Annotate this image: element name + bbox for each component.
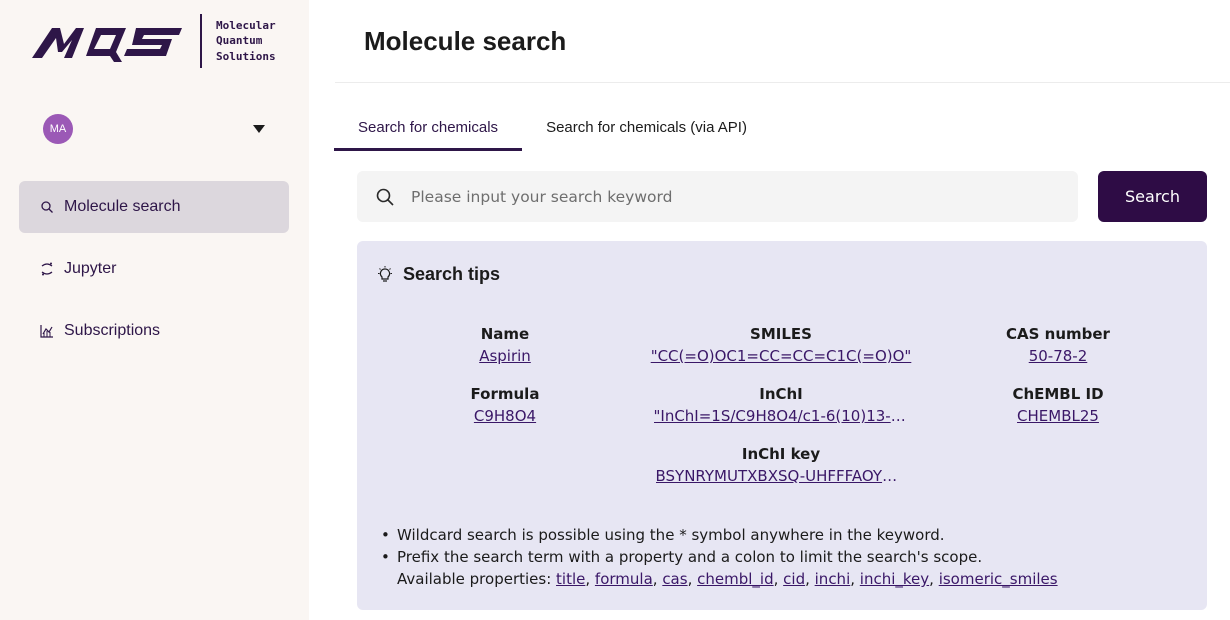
logo-divider [200,14,202,68]
example-link[interactable]: 50-78-2 [923,345,1193,367]
search-tabs: Search for chemicals Search for chemical… [334,106,771,151]
example-inchi: InChI "InChI=1S/C9H8O4/c1-6(10)13-8-5-3-… [646,383,916,427]
search-tips-title: Search tips [403,264,501,284]
example-smiles: SMILES "CC(=O)OC1=CC=CC=C1C(=O)O" [646,323,916,367]
search-box[interactable] [357,171,1078,222]
example-link[interactable]: C9H8O4 [370,405,640,427]
sidebar-item-label: Jupyter [64,260,117,277]
title-divider [335,82,1230,83]
tab-search-for-chemicals-api[interactable]: Search for chemicals (via API) [522,106,771,151]
example-link[interactable]: CHEMBL25 [923,405,1193,427]
jupyter-icon [39,261,55,277]
example-label: Name [480,325,530,343]
property-link-inchi[interactable]: inchi [815,570,851,588]
sidebar: Molecular Quantum Solutions MA Molecule … [0,0,309,620]
search-icon [39,199,55,215]
example-label: ChEMBL ID [1012,385,1104,403]
tab-search-for-chemicals[interactable]: Search for chemicals [334,106,523,151]
example-label: SMILES [750,325,812,343]
tips-bullet-list: • Wildcard search is possible using the *… [381,524,1058,590]
property-link-title[interactable]: title [556,570,585,588]
logo-line-3: Solutions [216,49,276,63]
search-icon [375,187,395,207]
property-link-formula[interactable]: formula [595,570,653,588]
lightbulb-icon [376,265,394,284]
sidebar-item-jupyter[interactable]: Jupyter [19,243,289,295]
sidebar-item-molecule-search[interactable]: Molecule search [19,181,289,233]
logo-wordmark: Molecular Quantum Solutions [216,18,276,65]
example-label: InChI [759,385,803,403]
avatar[interactable]: MA [43,114,73,144]
logo-line-1: Molecular [216,18,276,32]
tips-bullet-text: Prefix the search term with a property a… [397,548,983,566]
example-label: Formula [470,385,540,403]
example-label: CAS number [1006,325,1110,343]
sidebar-item-label: Molecule search [64,198,181,215]
property-link-inchi-key[interactable]: inchi_key [860,570,929,588]
sidebar-item-label: Subscriptions [64,322,161,339]
search-input[interactable] [411,187,1031,206]
example-link[interactable]: "CC(=O)OC1=CC=CC=C1C(=O)O" [646,345,916,367]
example-name: Name Aspirin [370,323,640,367]
example-cas-number: CAS number 50-78-2 [923,323,1193,367]
example-chembl-id: ChEMBL ID CHEMBL25 [923,383,1193,427]
example-label: InChI key [741,445,821,463]
property-link-isomeric-smiles[interactable]: isomeric_smiles [939,570,1058,588]
sidebar-item-subscriptions[interactable]: Subscriptions [19,305,289,357]
property-link-chembl-id[interactable]: chembl_id [697,570,773,588]
properties-prefix: Available properties: [397,570,552,588]
mqs-logo-icon [32,28,182,62]
chart-icon [39,323,55,339]
search-tips-panel: Search tips Name Aspirin SMILES "CC(=O)O… [357,241,1207,610]
logo-line-2: Quantum [216,34,263,48]
example-inchi-key: InChI key BSYNRYMUTXBXSQ-UHFFFAOYSA-N [646,443,916,487]
tips-bullet-text: Wildcard search is possible using the * … [397,526,945,544]
page-title: Molecule search [364,26,567,56]
search-button[interactable]: Search [1098,171,1207,222]
property-link-cas[interactable]: cas [662,570,687,588]
account-menu[interactable]: MA [43,114,273,144]
tips-bullet: • Prefix the search term with a property … [381,548,983,566]
logo[interactable]: Molecular Quantum Solutions [30,14,276,68]
example-link[interactable]: "InChI=1S/C9H8O4/c1-6(10)13-8-5-3-2-4-7(… [654,405,909,427]
example-link[interactable]: Aspirin [370,345,640,367]
example-formula: Formula C9H8O4 [370,383,640,427]
sidebar-nav: Molecule search Jupyter Subscriptions [19,181,289,367]
example-link[interactable]: BSYNRYMUTXBXSQ-UHFFFAOYSA-N [656,465,907,487]
search-tips-header: Search tips [376,264,500,285]
caret-down-icon[interactable] [253,125,265,133]
property-link-cid[interactable]: cid [783,570,805,588]
tips-bullet: • Wildcard search is possible using the *… [381,526,945,544]
available-properties: Available properties: title, formula, ca… [397,570,1058,588]
